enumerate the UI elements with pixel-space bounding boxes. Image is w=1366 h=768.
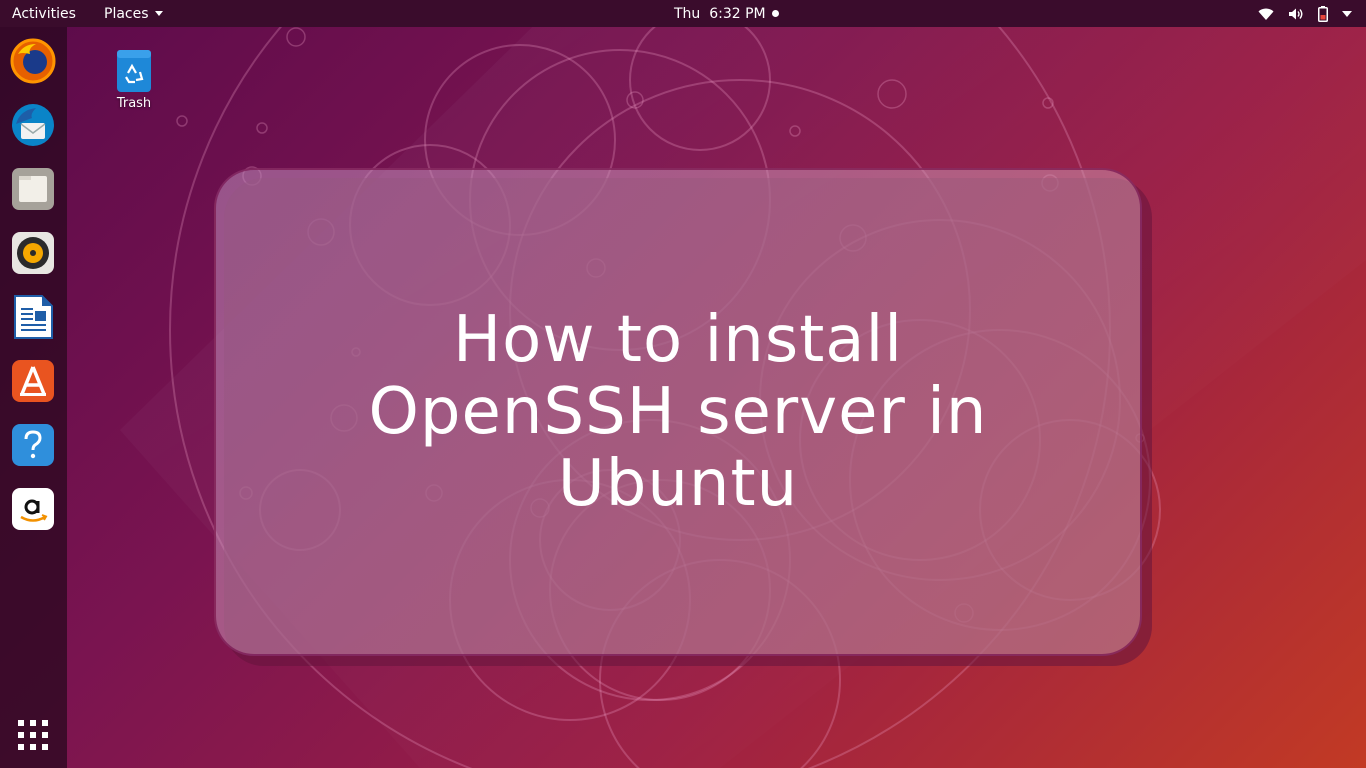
show-applications-button[interactable] xyxy=(9,711,57,759)
dock-item-firefox[interactable] xyxy=(9,37,57,85)
dock-item-rhythmbox[interactable] xyxy=(9,229,57,277)
trash-icon xyxy=(117,50,151,92)
thunderbird-icon xyxy=(12,104,54,146)
notification-dot-icon xyxy=(771,10,779,17)
dock-item-amazon[interactable] xyxy=(9,485,57,533)
amazon-icon xyxy=(12,488,54,530)
dock-item-thunderbird[interactable] xyxy=(9,101,57,149)
card-title: How to install OpenSSH server in Ubuntu xyxy=(368,303,988,521)
desktop-trash[interactable]: Trash xyxy=(108,48,160,111)
clock-label: Thu 6:32 PM xyxy=(674,5,766,22)
firefox-icon xyxy=(10,38,56,84)
app-grid-icon xyxy=(18,720,48,750)
places-label: Places xyxy=(104,5,149,22)
system-status-area[interactable] xyxy=(1258,0,1352,27)
trash-label: Trash xyxy=(116,96,152,111)
battery-icon xyxy=(1318,5,1328,22)
system-menu-caret-icon xyxy=(1342,10,1352,17)
chevron-down-icon xyxy=(154,11,163,16)
dock xyxy=(0,27,67,768)
dock-item-ubuntu-software[interactable] xyxy=(9,357,57,405)
activities-button[interactable]: Activities xyxy=(12,0,76,27)
volume-icon xyxy=(1289,8,1303,19)
places-menu-button[interactable]: Places xyxy=(104,0,163,27)
rhythmbox-icon xyxy=(12,232,54,274)
activities-label: Activities xyxy=(12,5,76,22)
help-icon xyxy=(12,424,54,466)
software-icon xyxy=(12,360,54,402)
top-bar: Activities Places Thu 6:32 PM xyxy=(0,0,1366,27)
title-card: How to install OpenSSH server in Ubuntu xyxy=(214,168,1142,656)
dock-item-writer[interactable] xyxy=(9,293,57,341)
clock-button[interactable]: Thu 6:32 PM xyxy=(674,0,779,27)
wifi-icon xyxy=(1258,8,1274,20)
writer-icon xyxy=(14,295,53,339)
dock-item-help[interactable] xyxy=(9,421,57,469)
files-icon xyxy=(12,168,54,210)
dock-item-files[interactable] xyxy=(9,165,57,213)
